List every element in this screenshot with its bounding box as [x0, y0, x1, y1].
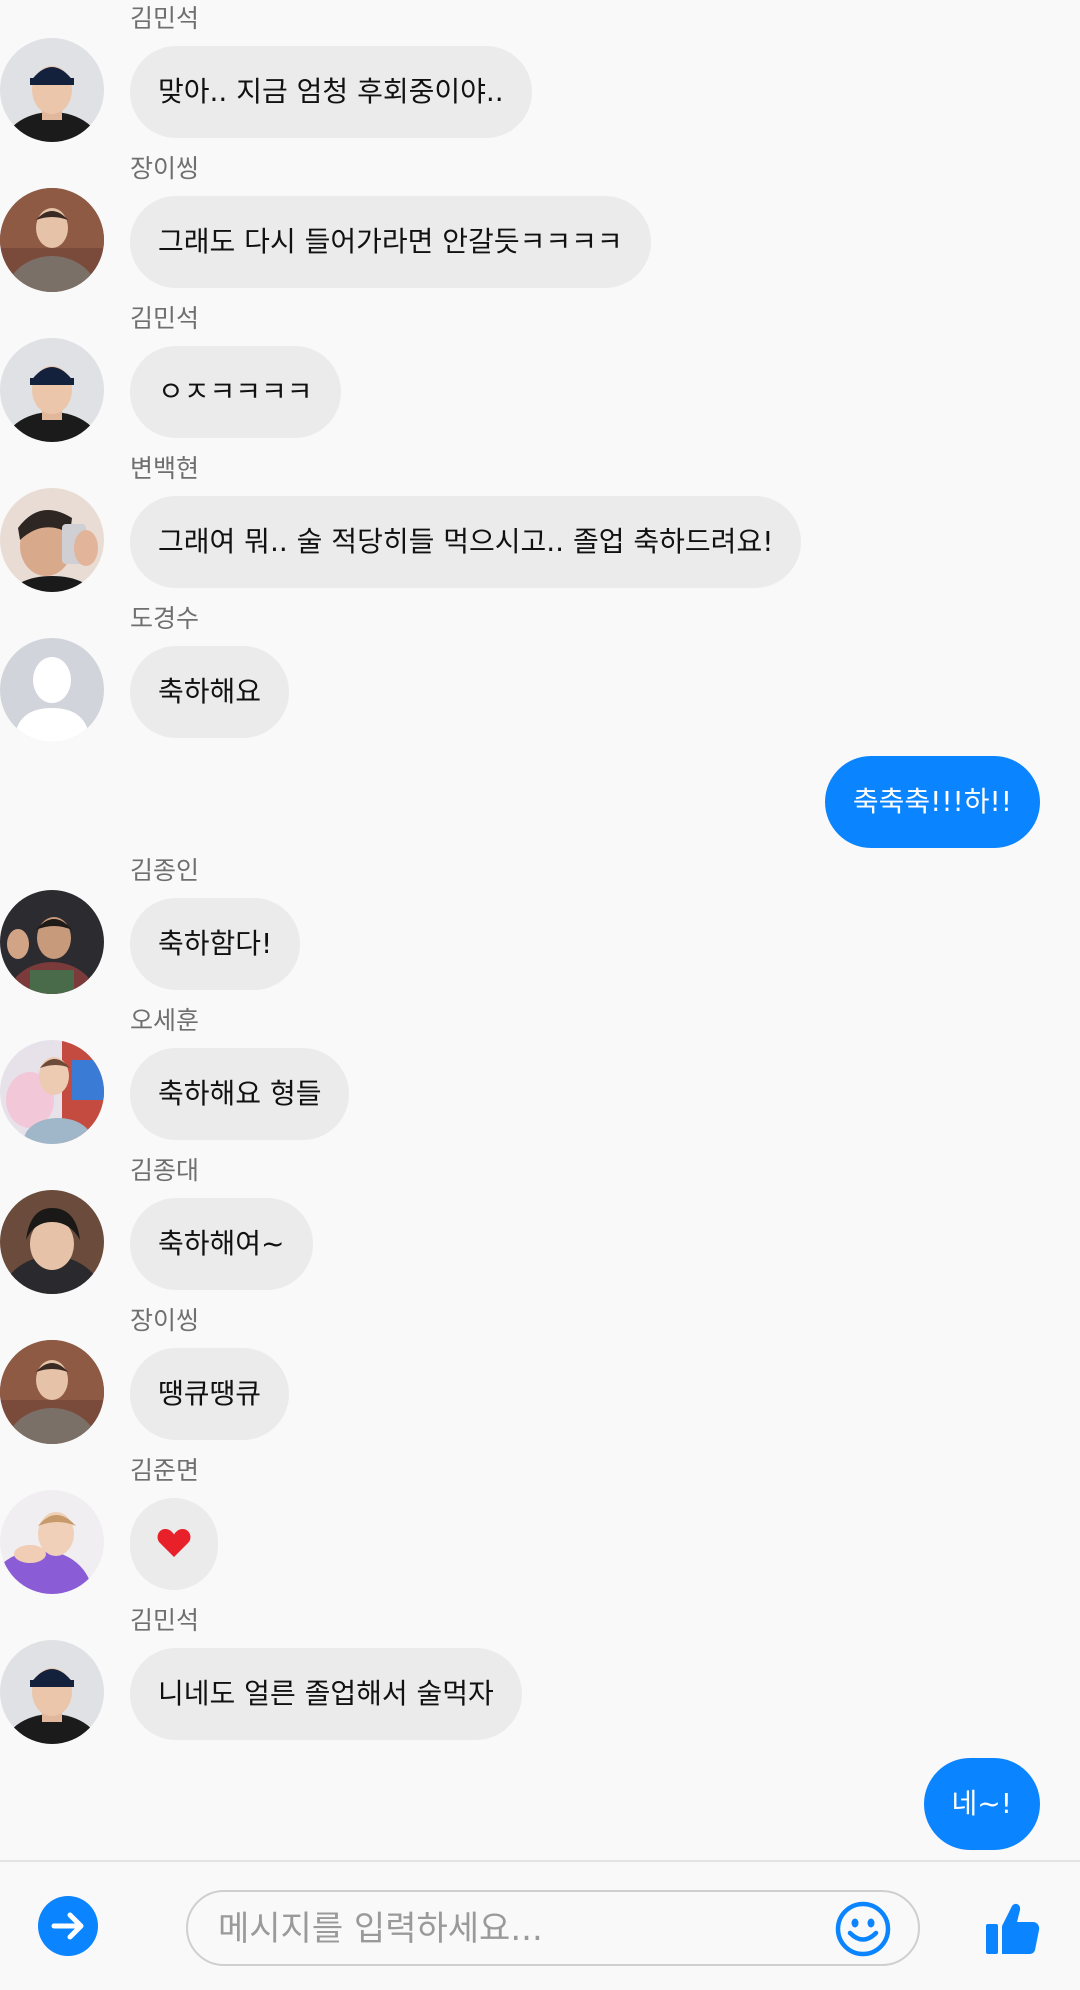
heart-icon [157, 1529, 191, 1557]
avatar[interactable] [0, 488, 104, 592]
message-bubble[interactable]: ㅇㅈㅋㅋㅋㅋ [130, 346, 341, 438]
sender-name: 장이씽 [130, 1306, 200, 1335]
message-composer [0, 1860, 1080, 1990]
message-bubble[interactable]: 그래여 뭐.. 술 적당히들 먹으시고.. 졸업 축하드려요! [130, 496, 802, 588]
message-bubble[interactable]: 니네도 얼른 졸업해서 술먹자 [130, 1648, 522, 1740]
my-message-bubble[interactable]: 축축축!!!하!! [824, 756, 1040, 848]
sender-name: 김민석 [130, 4, 200, 33]
message-bubble[interactable]: 축하해요 [130, 646, 290, 738]
avatar[interactable] [0, 38, 104, 142]
sender-name: 김민석 [130, 304, 200, 333]
message-bubble[interactable] [130, 1498, 218, 1590]
message-bubble[interactable]: 땡큐땡큐 [130, 1348, 290, 1440]
avatar[interactable] [0, 638, 104, 742]
avatar[interactable] [0, 1190, 104, 1294]
chat-thread: 김민석 맞아.. 지금 엄청 후회중이야.. 장이씽 그래도 다시 들어가라면 … [0, 0, 1080, 1860]
sender-name: 도경수 [130, 604, 200, 633]
avatar[interactable] [0, 188, 104, 292]
thumbs-up-icon[interactable] [984, 1900, 1040, 1956]
sender-name: 김민석 [130, 1606, 200, 1635]
avatar[interactable] [0, 890, 104, 994]
sender-name: 김종인 [130, 856, 200, 885]
sender-name: 장이씽 [130, 154, 200, 183]
avatar[interactable] [0, 338, 104, 442]
my-message-bubble[interactable]: 네~! [923, 1758, 1040, 1850]
avatar[interactable] [0, 1490, 104, 1594]
smiley-icon[interactable] [834, 1900, 892, 1958]
avatar[interactable] [0, 1640, 104, 1744]
sender-name: 오세훈 [130, 1006, 200, 1035]
message-input-container[interactable] [186, 1890, 920, 1966]
message-bubble[interactable]: 축하해요 형들 [130, 1048, 350, 1140]
message-bubble[interactable]: 축하함다! [130, 898, 301, 990]
avatar[interactable] [0, 1040, 104, 1144]
sender-name: 변백현 [130, 454, 200, 483]
message-bubble[interactable]: 맞아.. 지금 엄청 후회중이야.. [130, 46, 532, 138]
sender-name: 김종대 [130, 1156, 200, 1185]
arrow-right-circle-icon[interactable] [38, 1896, 98, 1956]
sender-name: 김준면 [130, 1456, 200, 1485]
message-bubble[interactable]: 그래도 다시 들어가라면 안갈듯ㅋㅋㅋㅋ [130, 196, 651, 288]
message-bubble[interactable]: 축하해여~ [130, 1198, 313, 1290]
avatar[interactable] [0, 1340, 104, 1444]
message-input[interactable] [216, 1892, 780, 1966]
